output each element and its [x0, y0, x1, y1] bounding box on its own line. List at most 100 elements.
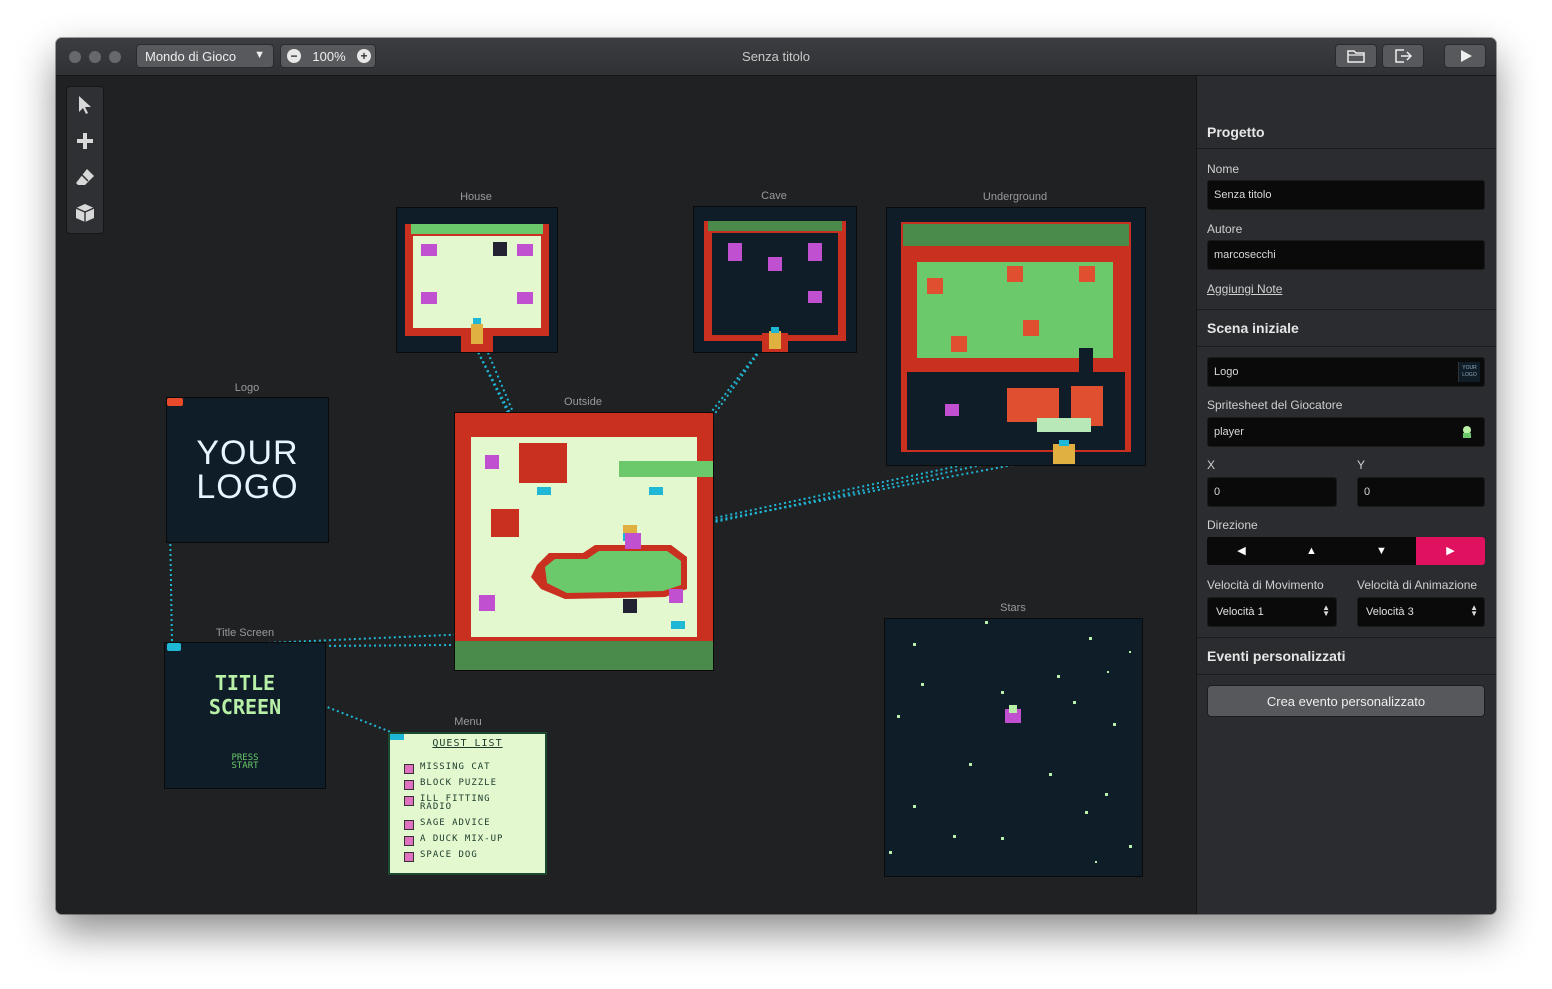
add-notes-link[interactable]: Aggiungi Note	[1207, 282, 1282, 296]
logo-text-line1: YOUR	[196, 434, 299, 472]
world-canvas[interactable]: House Cave Underground Logo YOUR LOGO Ou…	[56, 76, 1196, 914]
spritesheet-value: player	[1214, 426, 1244, 438]
scene-underground[interactable]	[886, 207, 1146, 466]
title-screen-line2: SCREEN	[208, 695, 282, 719]
house-map	[405, 224, 549, 352]
app-window: Mondo di Gioco ▼ − 100% + Senza titolo H…	[56, 38, 1496, 914]
checkbox-icon	[404, 836, 414, 846]
scene-menu[interactable]: QUEST LIST MISSING CAT BLOCK PUZZLE ILL …	[388, 732, 547, 875]
divider	[1197, 309, 1496, 310]
scene-label-logo: Logo	[234, 382, 260, 394]
custom-events-heading: Eventi personalizzati	[1207, 648, 1346, 664]
menu-item: A DUCK MIX-UP	[420, 834, 504, 844]
export-button[interactable]	[1382, 44, 1424, 68]
checkbox-icon	[404, 764, 414, 774]
move-speed-label: Velocità di Movimento	[1207, 578, 1324, 592]
initial-scene-heading: Scena iniziale	[1207, 320, 1299, 336]
y-field[interactable]: 0	[1357, 477, 1485, 507]
press-start-line2: START	[231, 761, 259, 771]
direction-up-button[interactable]: ▲	[1277, 537, 1346, 565]
open-folder-button[interactable]	[1335, 44, 1377, 68]
window-title: Senza titolo	[742, 49, 810, 64]
menu-item: SPACE DOG	[420, 850, 478, 860]
direction-label: Direzione	[1207, 518, 1258, 532]
move-speed-select[interactable]: Velocità 1 ▲ ▼	[1207, 597, 1337, 627]
cube-icon	[75, 204, 95, 222]
connection-marker-icon	[167, 643, 181, 651]
cursor-arrow-icon	[79, 96, 91, 114]
y-label: Y	[1357, 458, 1366, 472]
checkbox-icon	[404, 820, 414, 830]
plus-icon	[77, 133, 93, 149]
play-button[interactable]	[1444, 44, 1486, 68]
folder-icon	[1347, 50, 1365, 63]
add-tool[interactable]	[67, 123, 103, 159]
play-icon	[1461, 50, 1472, 62]
spritesheet-label: Spritesheet del Giocatore	[1207, 398, 1343, 412]
name-label: Nome	[1207, 162, 1240, 176]
player-sprite-icon	[1463, 426, 1471, 438]
scene-house[interactable]	[396, 207, 558, 353]
create-custom-event-button[interactable]: Crea evento personalizzato	[1207, 685, 1485, 717]
author-label: Autore	[1207, 222, 1243, 236]
eraser-tool[interactable]	[67, 159, 103, 195]
divider	[1197, 148, 1496, 149]
connection-outside-underground-3	[695, 455, 1062, 525]
menu-item: BLOCK PUZZLE	[420, 778, 498, 788]
anim-speed-select[interactable]: Velocità 3 ▲ ▼	[1357, 597, 1485, 627]
divider	[1197, 674, 1496, 675]
stepper-arrows-icon: ▲ ▼	[1470, 603, 1478, 618]
checkbox-icon	[404, 780, 414, 790]
export-icon	[1395, 49, 1412, 63]
player-spritesheet-select[interactable]: player	[1207, 417, 1485, 447]
x-label: X	[1207, 458, 1216, 472]
scene-label-title-screen: Title Screen	[215, 627, 275, 639]
menu-item: RADIO	[420, 802, 453, 812]
cave-map	[704, 221, 846, 352]
scene-cave[interactable]	[693, 206, 857, 353]
author-field[interactable]: marcosecchi	[1207, 240, 1485, 270]
scene-stars[interactable]	[884, 618, 1143, 877]
project-heading: Progetto	[1207, 124, 1265, 140]
title-screen-line1: TITLE	[214, 671, 276, 695]
menu-item: MISSING CAT	[420, 762, 491, 772]
anim-speed-label: Velocità di Animazione	[1357, 578, 1478, 592]
scene-label-stars: Stars	[1000, 602, 1026, 614]
anim-speed-value: Velocità 3	[1366, 606, 1414, 618]
direction-right-button[interactable]: ▶	[1416, 537, 1485, 565]
initial-scene-value: Logo	[1214, 366, 1239, 378]
start-marker-icon	[167, 398, 183, 406]
underground-map	[901, 222, 1131, 464]
scene-outside[interactable]	[454, 412, 714, 671]
eraser-icon	[76, 169, 94, 185]
scene-label-menu: Menu	[454, 716, 482, 728]
x-field[interactable]: 0	[1207, 477, 1337, 507]
scene-label-cave: Cave	[761, 190, 787, 202]
tool-palette	[66, 86, 104, 234]
direction-selector: ◀ ▲ ▼ ▶	[1207, 537, 1485, 565]
outside-map	[455, 413, 713, 670]
menu-heading: QUEST LIST	[432, 738, 503, 749]
logo-text-line2: LOGO	[196, 468, 299, 506]
project-name-field[interactable]: Senza titolo	[1207, 180, 1485, 210]
scene-title-screen[interactable]: TITLE SCREEN PRESS START	[164, 642, 326, 789]
menu-item: SAGE ADVICE	[420, 818, 491, 828]
scene-logo[interactable]: YOUR LOGO	[166, 397, 329, 543]
stepper-arrows-icon: ▲ ▼	[1322, 603, 1330, 618]
checkbox-icon	[404, 852, 414, 862]
move-speed-value: Velocità 1	[1216, 606, 1264, 618]
select-tool[interactable]	[67, 87, 103, 123]
divider	[1197, 346, 1496, 347]
direction-down-button[interactable]: ▼	[1347, 537, 1416, 565]
colors-tool[interactable]	[67, 195, 103, 231]
scene-label-house: House	[460, 191, 492, 203]
scene-label-underground: Underground	[982, 191, 1048, 203]
stars-map	[889, 621, 1132, 863]
scene-thumbnail: YOUR LOGO	[1458, 362, 1480, 382]
titlebar: Mondo di Gioco ▼ − 100% + Senza titolo	[56, 38, 1496, 76]
direction-left-button[interactable]: ◀	[1207, 537, 1276, 565]
inspector-panel: Progetto Nome Senza titolo Autore marcos…	[1196, 76, 1496, 914]
initial-scene-select[interactable]: Logo YOUR LOGO	[1207, 357, 1485, 387]
divider	[1197, 637, 1496, 638]
checkbox-icon	[404, 796, 414, 806]
